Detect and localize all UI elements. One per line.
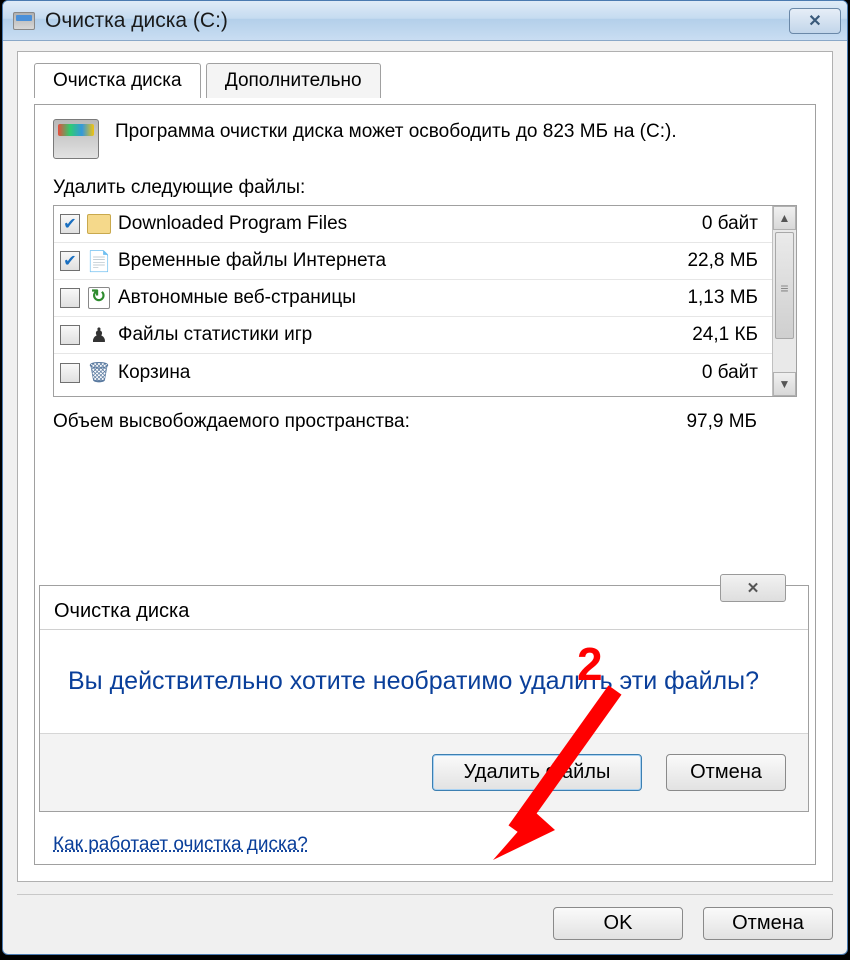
summary-row: Программа очистки диска может освободить…	[53, 119, 797, 159]
disk-cleanup-window: Очистка диска (C:) ✕ Очистка диска Допол…	[2, 0, 848, 955]
item-name: Автономные веб-страницы	[118, 287, 662, 309]
help-link[interactable]: Как работает очистка диска?	[53, 834, 308, 856]
checkbox[interactable]	[60, 288, 80, 308]
summary-text: Программа очистки диска может освободить…	[115, 119, 677, 145]
tab-cleanup[interactable]: Очистка диска	[34, 63, 201, 98]
ie-icon: 📄	[86, 248, 112, 274]
drive-icon	[13, 12, 35, 30]
scroll-track[interactable]	[773, 230, 796, 372]
dialog-button-bar: OK Отмена	[17, 894, 833, 940]
offline-web-icon	[86, 285, 112, 311]
checkbox[interactable]: ✔	[60, 251, 80, 271]
confirm-message: Вы действительно хотите необратимо удали…	[40, 630, 808, 733]
scroll-thumb[interactable]	[775, 232, 794, 339]
cleanup-drive-icon	[53, 119, 99, 159]
checkbox[interactable]	[60, 325, 80, 345]
ok-button[interactable]: OK	[553, 907, 683, 940]
confirm-title: Очистка диска	[54, 600, 189, 623]
checkbox[interactable]: ✔	[60, 214, 80, 234]
list-item[interactable]: 🗑 Корзина 0 байт	[54, 354, 772, 391]
total-label: Объем высвобождаемого пространства:	[53, 411, 686, 433]
item-size: 22,8 МБ	[662, 250, 772, 272]
total-row: Объем высвобождаемого пространства: 97,9…	[53, 411, 797, 433]
cancel-button[interactable]: Отмена	[703, 907, 833, 940]
item-name: Корзина	[118, 362, 662, 384]
item-size: 1,13 МБ	[662, 287, 772, 309]
list-item[interactable]: ✔ Downloaded Program Files 0 байт	[54, 206, 772, 243]
item-name: Downloaded Program Files	[118, 213, 662, 235]
list-item[interactable]: Автономные веб-страницы 1,13 МБ	[54, 280, 772, 317]
window-close-button[interactable]: ✕	[789, 8, 841, 34]
recycle-bin-icon: 🗑	[86, 360, 112, 386]
window-title: Очистка диска (C:)	[45, 9, 228, 33]
folder-icon	[86, 211, 112, 237]
confirm-cancel-button[interactable]: Отмена	[666, 754, 786, 791]
item-name: Файлы статистики игр	[118, 324, 662, 346]
file-list[interactable]: ✔ Downloaded Program Files 0 байт ✔ 📄 Вр…	[53, 205, 797, 397]
confirm-dialog: ✕ Очистка диска Вы действительно хотите …	[39, 585, 809, 812]
item-size: 0 байт	[662, 362, 772, 384]
scroll-up-button[interactable]: ▲	[773, 206, 796, 230]
confirm-titlebar[interactable]: Очистка диска	[40, 586, 808, 630]
list-scrollbar[interactable]: ▲ ▼	[772, 206, 796, 396]
list-item[interactable]: ♟ Файлы статистики игр 24,1 КБ	[54, 317, 772, 354]
list-item[interactable]: ✔ 📄 Временные файлы Интернета 22,8 МБ	[54, 243, 772, 280]
tab-more-options[interactable]: Дополнительно	[206, 63, 381, 98]
client-area: Очистка диска Дополнительно Программа оч…	[17, 51, 833, 882]
files-label: Удалить следующие файлы:	[53, 177, 797, 199]
item-size: 24,1 КБ	[662, 324, 772, 346]
tab-page: Программа очистки диска может освободить…	[34, 104, 816, 865]
delete-files-button[interactable]: Удалить файлы	[432, 754, 642, 791]
checkbox[interactable]	[60, 363, 80, 383]
games-stats-icon: ♟	[86, 322, 112, 348]
tabstrip: Очистка диска Дополнительно	[34, 62, 816, 104]
scroll-down-button[interactable]: ▼	[773, 372, 796, 396]
confirm-footer: Удалить файлы Отмена	[40, 733, 808, 811]
total-value: 97,9 МБ	[686, 411, 797, 433]
titlebar[interactable]: Очистка диска (C:) ✕	[3, 1, 847, 41]
item-size: 0 байт	[662, 213, 772, 235]
item-name: Временные файлы Интернета	[118, 250, 662, 272]
confirm-close-button[interactable]: ✕	[720, 574, 786, 602]
